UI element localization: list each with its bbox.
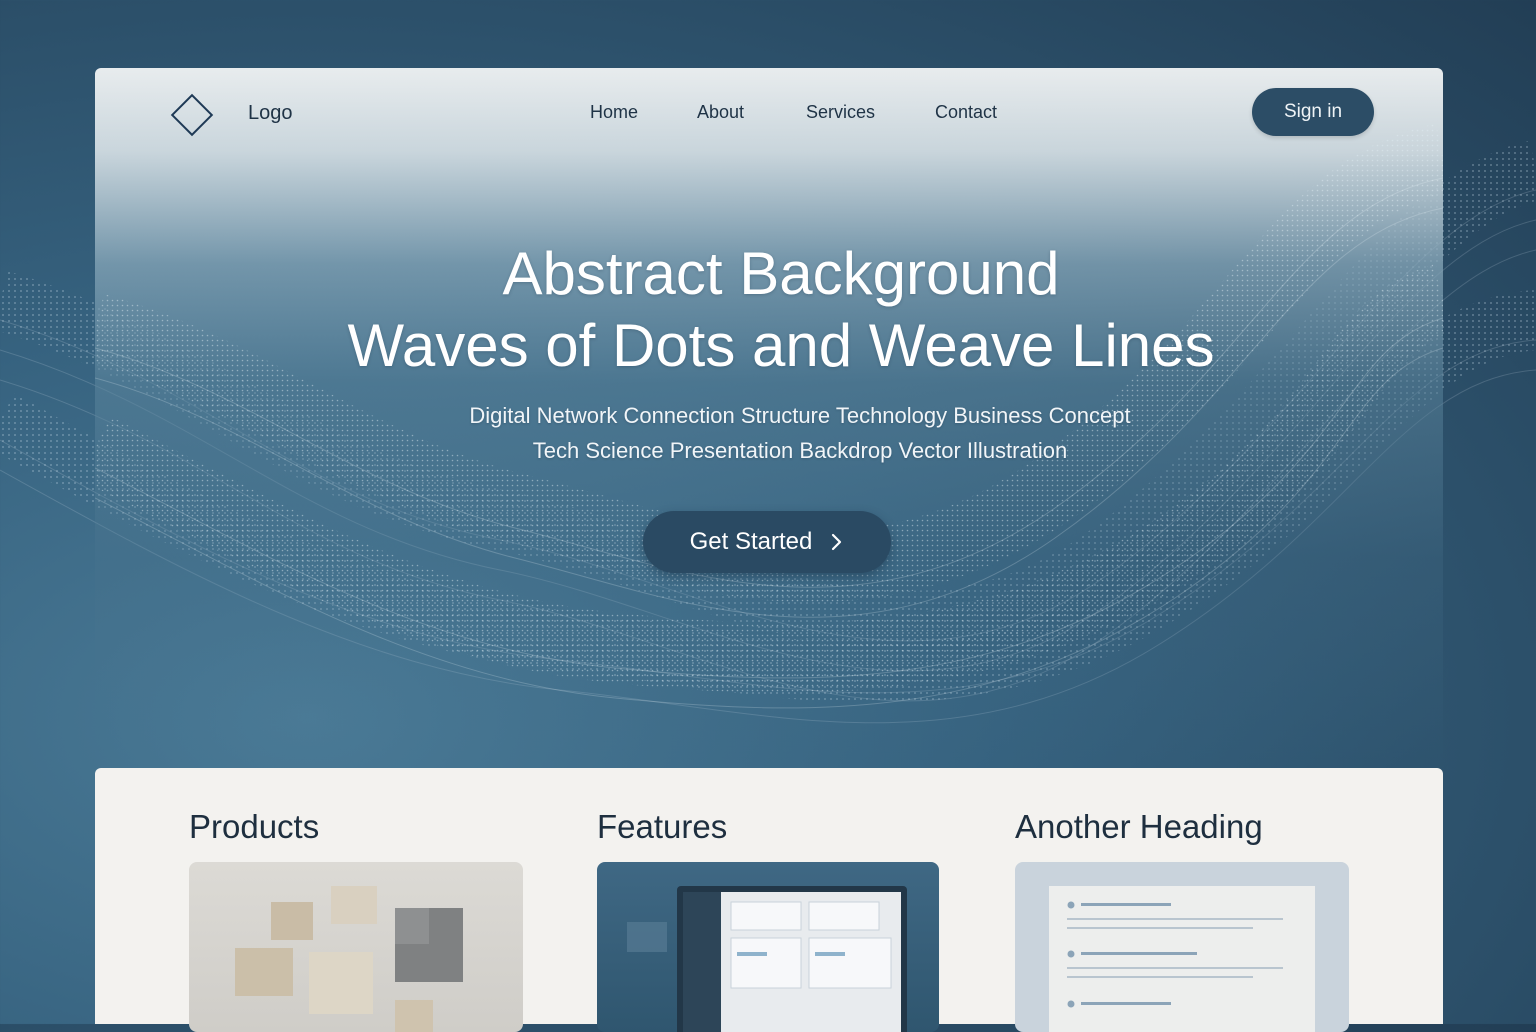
features-heading: Features xyxy=(597,808,728,845)
another-heading: Another Heading xyxy=(1015,808,1263,845)
dashboard-screen-illustration xyxy=(627,886,907,1032)
products-heading: Products xyxy=(189,808,320,845)
document-list-image[interactable] xyxy=(1015,862,1349,1032)
document-list-illustration xyxy=(1049,886,1315,1032)
main-nav: Home About Services Contact xyxy=(95,102,1443,128)
product-blocks-image[interactable] xyxy=(189,862,523,1032)
nav-item-home[interactable]: Home xyxy=(590,102,638,123)
get-started-button[interactable]: Get Started xyxy=(643,511,891,573)
hero-title-line-2: Waves of Dots and Weave Lines xyxy=(347,312,1215,379)
hero-title: Abstract Background Waves of Dots and We… xyxy=(95,238,1443,382)
hero-title-line-1: Abstract Background xyxy=(502,240,1060,307)
chevron-right-icon xyxy=(832,533,842,551)
product-blocks-illustration xyxy=(235,886,463,1032)
hero-subtitle-line-2: Tech Science Presentation Backdrop Vecto… xyxy=(532,438,1068,463)
hero-section: Logo Home About Services Contact Sign in… xyxy=(95,68,1443,768)
get-started-label: Get Started xyxy=(689,528,813,555)
sign-in-button[interactable]: Sign in xyxy=(1252,88,1374,136)
feature-cards-section: Products Features Another Heading xyxy=(95,768,1443,1032)
nav-item-services[interactable]: Services xyxy=(806,102,875,123)
nav-item-contact[interactable]: Contact xyxy=(935,102,997,123)
hero-subtitle: Digital Network Connection Structure Tec… xyxy=(95,398,1443,468)
nav-item-about[interactable]: About xyxy=(697,102,744,123)
dashboard-screen-image[interactable] xyxy=(597,862,939,1032)
hero-subtitle-line-1: Digital Network Connection Structure Tec… xyxy=(469,403,1131,428)
